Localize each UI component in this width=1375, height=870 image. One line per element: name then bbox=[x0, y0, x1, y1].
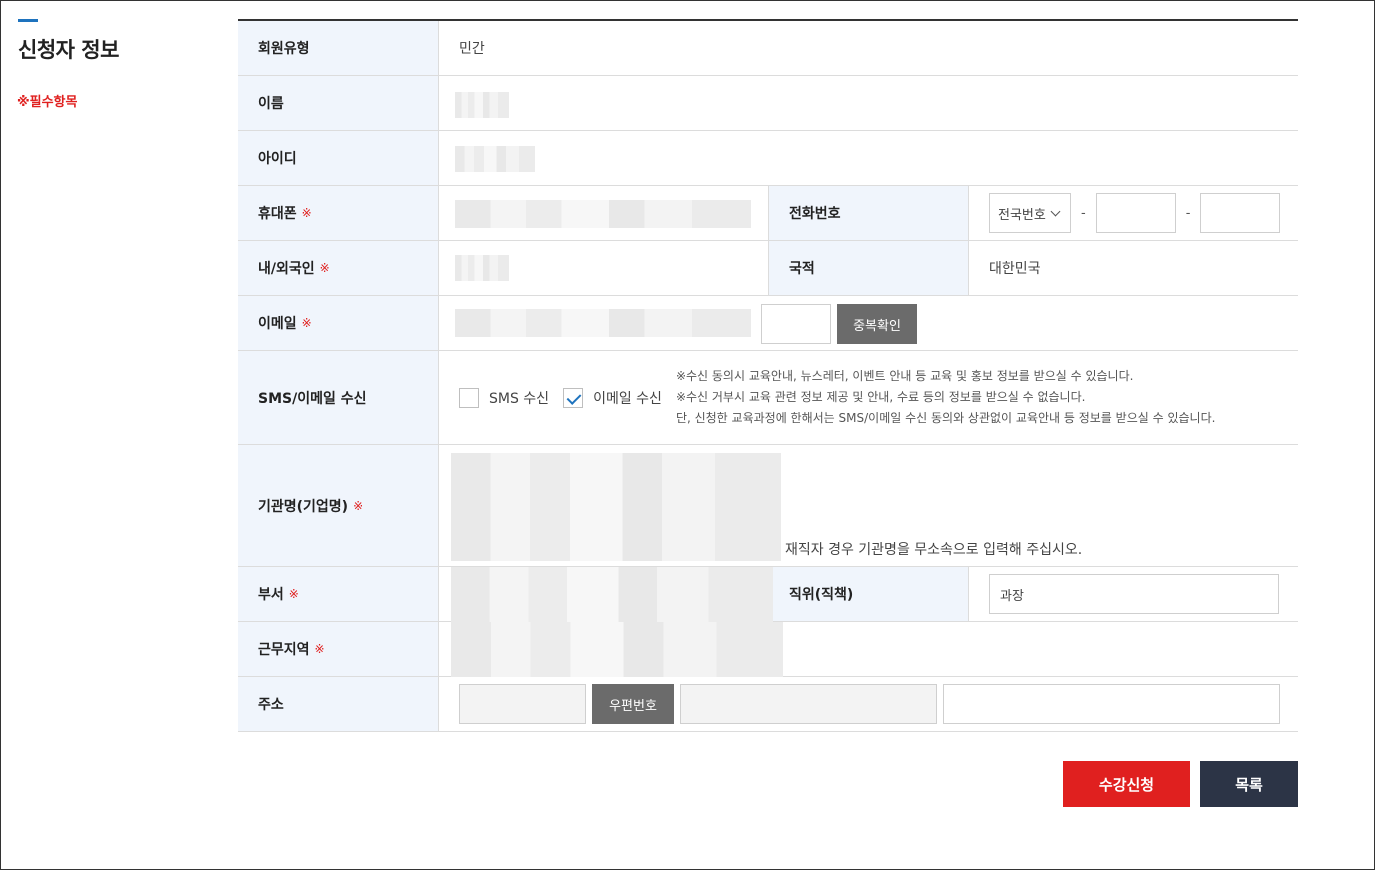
work-region-value[interactable] bbox=[439, 622, 1298, 677]
name-redacted bbox=[455, 92, 509, 118]
user-id-redacted bbox=[455, 146, 535, 172]
email-redacted bbox=[455, 309, 751, 337]
organization-label: 기관명(기업명) ※ bbox=[238, 445, 439, 566]
email-value: 중복확인 bbox=[439, 296, 1298, 350]
phone-group: 전국번호 - - bbox=[989, 193, 1281, 233]
phone-middle-input[interactable] bbox=[1095, 193, 1176, 233]
sms-email-value: SMS 수신 이메일 수신 ※수신 동의시 교육안내, 뉴스레터, 이벤트 안내… bbox=[439, 351, 1298, 444]
position-label: 직위(직책) bbox=[768, 567, 969, 621]
row-mobile-phone: 휴대폰 ※ 전화번호 전국번호 - - bbox=[238, 186, 1298, 241]
applicant-form: 회원유형 민간 이름 아이디 휴대폰 ※ 전화번호 전국번호 - - 내/외국인… bbox=[238, 19, 1298, 732]
section-title: 신청자 정보 bbox=[18, 38, 119, 62]
citizenship-label: 내/외국인 ※ bbox=[238, 241, 439, 295]
user-id-label: 아이디 bbox=[238, 131, 439, 185]
sms-consent[interactable]: SMS 수신 bbox=[459, 387, 550, 408]
name-value bbox=[439, 76, 1298, 130]
mobile-redacted bbox=[455, 200, 751, 228]
row-name: 이름 bbox=[238, 76, 1298, 131]
address-main-input[interactable] bbox=[680, 684, 937, 724]
email-consent[interactable]: 이메일 수신 bbox=[563, 387, 662, 408]
phone-value: 전국번호 - - bbox=[969, 186, 1298, 240]
sms-note-1: ※수신 동의시 교육안내, 뉴스레터, 이벤트 안내 등 교육 및 홍보 정보를… bbox=[675, 369, 1134, 383]
row-member-type: 회원유형 민간 bbox=[238, 21, 1298, 76]
email-checkbox-label: 이메일 수신 bbox=[593, 390, 662, 407]
member-type-value: 민간 bbox=[459, 41, 485, 57]
chevron-down-icon bbox=[1050, 206, 1061, 216]
address-value: 우편번호 bbox=[439, 677, 1298, 731]
row-work-region: 근무지역 ※ bbox=[238, 622, 1298, 677]
row-address: 주소 우편번호 bbox=[238, 677, 1298, 732]
phone-area-select[interactable]: 전국번호 bbox=[989, 193, 1071, 233]
sms-email-label: SMS/이메일 수신 bbox=[238, 351, 439, 444]
list-button[interactable]: 목록 bbox=[1200, 761, 1298, 807]
zipcode-input[interactable] bbox=[459, 684, 586, 724]
mobile-label: 휴대폰 ※ bbox=[238, 186, 439, 240]
name-label: 이름 bbox=[238, 76, 439, 130]
section-accent-bar bbox=[18, 19, 38, 22]
phone-area-select-value: 전국번호 bbox=[998, 207, 1046, 223]
row-user-id: 아이디 bbox=[238, 131, 1298, 186]
citizenship-redacted bbox=[455, 255, 509, 281]
phone-last-input[interactable] bbox=[1200, 193, 1281, 233]
department-label: 부서 ※ bbox=[238, 567, 439, 621]
address-label: 주소 bbox=[238, 677, 439, 731]
zipcode-search-button[interactable]: 우편번호 bbox=[592, 684, 674, 724]
mobile-value[interactable] bbox=[439, 186, 768, 240]
citizenship-value[interactable] bbox=[439, 241, 768, 295]
sms-checkbox[interactable] bbox=[459, 387, 479, 408]
row-sms-email: SMS/이메일 수신 SMS 수신 이메일 수신 ※수신 동의시 교육안내, 뉴… bbox=[238, 351, 1298, 445]
row-citizenship: 내/외국인 ※ 국적 대한민국 bbox=[238, 241, 1298, 296]
user-id-value bbox=[439, 131, 1298, 185]
row-email: 이메일 ※ 중복확인 bbox=[238, 296, 1298, 351]
organization-note: 재직자 경우 기관명을 무소속으로 입력해 주십시오. bbox=[785, 542, 1083, 558]
work-region-label: 근무지역 ※ bbox=[238, 622, 439, 676]
department-redacted bbox=[451, 567, 773, 622]
address-detail-input[interactable] bbox=[943, 684, 1280, 724]
work-region-redacted bbox=[451, 622, 783, 677]
nationality-value: 대한민국 bbox=[989, 261, 1041, 277]
nationality-label: 국적 bbox=[768, 241, 969, 295]
email-domain-input[interactable] bbox=[761, 304, 831, 344]
sms-note-2: ※수신 거부시 교육 관련 정보 제공 및 안내, 수료 등의 정보를 받으실 … bbox=[675, 390, 1086, 404]
organization-value: 재직자 경우 기관명을 무소속으로 입력해 주십시오. bbox=[439, 445, 1298, 566]
required-note: ※필수항목 bbox=[17, 95, 78, 110]
organization-redacted bbox=[451, 453, 781, 561]
email-duplicate-check-button[interactable]: 중복확인 bbox=[837, 304, 917, 344]
row-department: 부서 ※ 직위(직책) 과장 bbox=[238, 567, 1298, 622]
position-input[interactable]: 과장 bbox=[989, 574, 1279, 614]
phone-dash-2: - bbox=[1185, 205, 1191, 221]
position-value: 과장 bbox=[969, 567, 1298, 621]
member-type-label: 회원유형 bbox=[238, 21, 439, 75]
department-value[interactable] bbox=[439, 567, 773, 622]
enroll-submit-button[interactable]: 수강신청 bbox=[1063, 761, 1190, 807]
sms-email-notes: ※수신 동의시 교육안내, 뉴스레터, 이벤트 안내 등 교육 및 홍보 정보를… bbox=[676, 366, 1216, 429]
email-checkbox[interactable] bbox=[563, 387, 584, 408]
row-organization: 기관명(기업명) ※ 재직자 경우 기관명을 무소속으로 입력해 주십시오. bbox=[238, 445, 1298, 567]
sms-note-3: 단, 신청한 교육과정에 한해서는 SMS/이메일 수신 동의와 상관없이 교육… bbox=[675, 411, 1216, 425]
phone-dash-1: - bbox=[1081, 205, 1086, 221]
email-label: 이메일 ※ bbox=[238, 296, 439, 350]
phone-label: 전화번호 bbox=[768, 186, 969, 240]
sms-checkbox-label: SMS 수신 bbox=[489, 390, 550, 407]
